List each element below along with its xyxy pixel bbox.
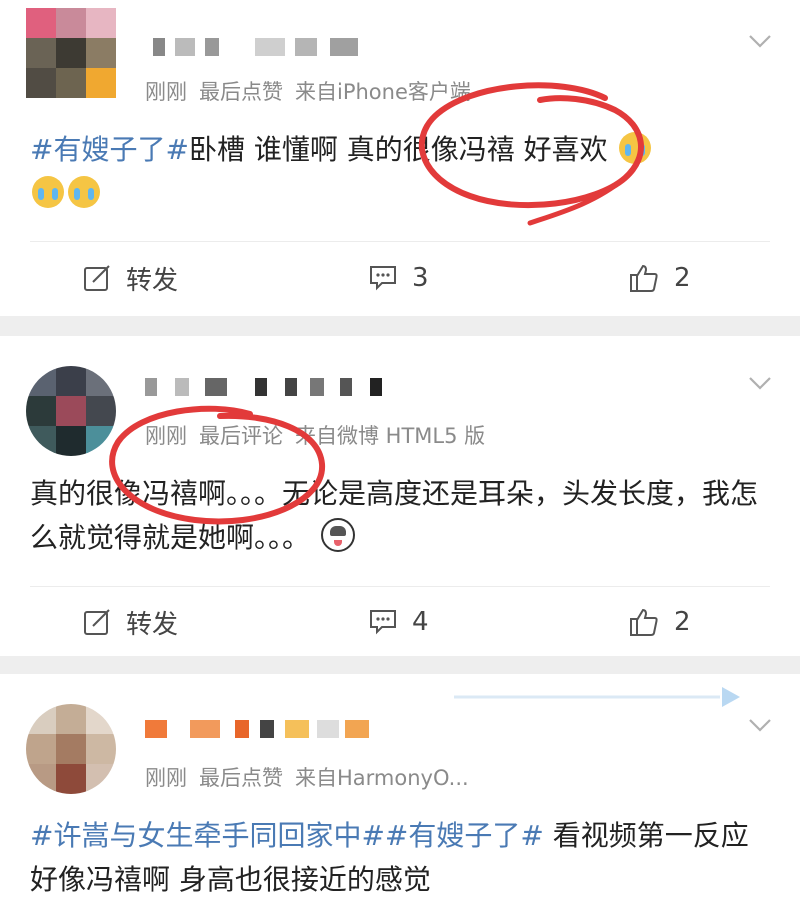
username-blurred[interactable]: [145, 32, 385, 62]
thumbs-up-icon: [630, 264, 658, 292]
like-button[interactable]: 2: [628, 600, 691, 644]
chevron-down-icon[interactable]: [748, 34, 772, 48]
hashtag-link[interactable]: #有嫂子了#: [30, 133, 189, 166]
repost-label: 转发: [126, 265, 179, 296]
comment-count: 4: [412, 607, 429, 637]
post-3: 刚刚 最后点赞 来自HarmonyO... #许嵩与女生牵手同回家中##有嫂子了# …: [0, 674, 800, 910]
hashtag-link[interactable]: #许嵩与女生牵手同回家中##有嫂子了#: [30, 819, 544, 852]
post-separator: [0, 316, 800, 336]
action-bar: 转发 3 2: [0, 256, 800, 300]
post-content: #有嫂子了#卧槽 谁懂啊 真的很像冯禧 好喜欢: [30, 128, 775, 216]
crying-emoji-icon: [32, 176, 64, 208]
post-time: 刚刚: [145, 80, 187, 104]
post-separator: [0, 656, 800, 674]
thumbs-up-icon: [630, 608, 658, 636]
avatar-blurred[interactable]: [26, 8, 116, 98]
username-blurred[interactable]: [145, 372, 425, 402]
like-button[interactable]: 2: [628, 256, 691, 300]
red-annotation-circle: [418, 82, 644, 226]
edit-square-icon: [84, 609, 110, 635]
divider: [30, 241, 770, 242]
repost-button[interactable]: 转发: [82, 256, 178, 300]
comment-bubble-icon: [370, 266, 396, 291]
like-count: 2: [674, 263, 691, 293]
edit-square-icon: [84, 265, 110, 291]
like-count: 2: [674, 607, 691, 637]
repost-button[interactable]: 转发: [82, 600, 178, 644]
chevron-down-icon[interactable]: [748, 376, 772, 390]
action-bar: 转发 4 2: [0, 600, 800, 644]
post-meta: 刚刚 最后点赞 来自HarmonyO...: [145, 762, 481, 792]
post-1: 刚刚 最后点赞 来自iPhone客户端 #有嫂子了#卧槽 谁懂啊 真的很像冯禧 好喜…: [0, 0, 800, 316]
comment-bubble-icon: [370, 610, 396, 635]
video-progress-decoration: [454, 687, 740, 707]
crying-emoji-icon: [68, 176, 100, 208]
last-action: 最后点赞: [199, 766, 283, 790]
post-time: 刚刚: [145, 766, 187, 790]
comment-button[interactable]: 4: [368, 600, 429, 644]
post-source: 来自HarmonyO...: [295, 766, 469, 790]
last-action: 最后点赞: [199, 80, 283, 104]
post-content: #许嵩与女生牵手同回家中##有嫂子了# 看视频第一反应 好像冯禧啊 身高也很接近…: [30, 814, 775, 902]
comment-button[interactable]: 3: [368, 256, 429, 300]
avatar-blurred[interactable]: [26, 704, 116, 794]
comment-count: 3: [412, 263, 429, 293]
username-blurred[interactable]: [145, 714, 395, 744]
chevron-down-icon[interactable]: [748, 718, 772, 732]
divider: [30, 586, 770, 587]
red-annotation-circle: [109, 405, 326, 525]
repost-label: 转发: [126, 609, 179, 640]
